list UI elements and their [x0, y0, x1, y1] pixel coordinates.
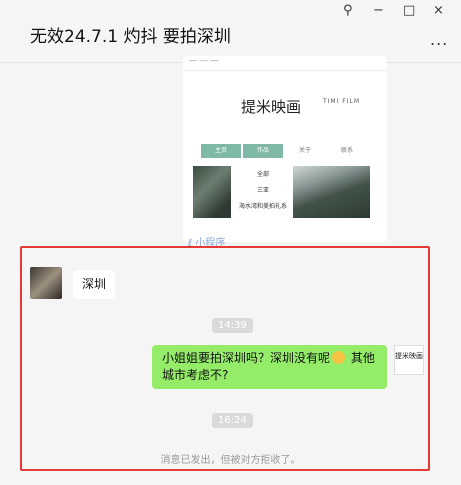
card-tab-contact: 联系	[327, 144, 367, 158]
card-tab-about: 关于	[285, 144, 325, 158]
rejection-notice: 消息已发出，但被对方拒收了。	[160, 455, 301, 466]
card-logo-en: TIMI FILM	[323, 98, 361, 105]
maximize-button[interactable]: □	[403, 4, 415, 18]
card-thumbnail-left	[193, 166, 231, 218]
card-line-2: 三亚	[257, 187, 270, 194]
timestamp-2: 16:24	[212, 413, 253, 428]
chat-title: 无效24.7.1 灼抖 要拍深圳	[30, 27, 231, 47]
card-thumbnail-right	[293, 166, 370, 218]
pin-icon[interactable]: ⚲	[343, 4, 353, 18]
minimize-button[interactable]: −	[373, 4, 384, 18]
card-top-text: ― ― ―	[189, 56, 219, 65]
card-tabs: 主页 作品 关于 联系	[201, 144, 369, 158]
contact-avatar[interactable]	[30, 267, 62, 299]
close-button[interactable]: ×	[433, 4, 444, 18]
self-avatar[interactable]: 提米映画	[394, 345, 424, 375]
more-options-icon[interactable]: ...	[430, 30, 448, 49]
card-line-3: 海水湾和美拍礼系	[239, 203, 288, 210]
emoji-icon	[332, 351, 346, 364]
card-divider	[183, 70, 387, 71]
mini-program-card[interactable]: ― ― ― 提米映画 TIMI FILM 主页 作品 关于 联系 全部 三亚 海…	[183, 56, 387, 242]
card-tab-works: 作品	[243, 144, 283, 158]
card-tab-home: 主页	[201, 144, 241, 158]
timestamp-1: 14:39	[212, 318, 253, 333]
card-line-1: 全部	[257, 171, 270, 178]
self-avatar-text: 提米映画	[395, 352, 423, 360]
chat-window: 无效24.7.1 灼抖 要拍深圳 ⚲ − □ × ... ― ― ― 提米映画 …	[0, 0, 461, 485]
incoming-message-bubble[interactable]: 深圳	[73, 270, 116, 299]
card-logo-cn: 提米映画	[241, 98, 302, 116]
outgoing-text-part1: 小姐姐要拍深圳吗？深圳没有呢	[162, 351, 331, 365]
title-bar: 无效24.7.1 灼抖 要拍深圳 ⚲ − □ × ...	[0, 0, 461, 63]
outgoing-message-bubble[interactable]: 小姐姐要拍深圳吗？深圳没有呢 其他城市考虑不?	[152, 345, 387, 389]
